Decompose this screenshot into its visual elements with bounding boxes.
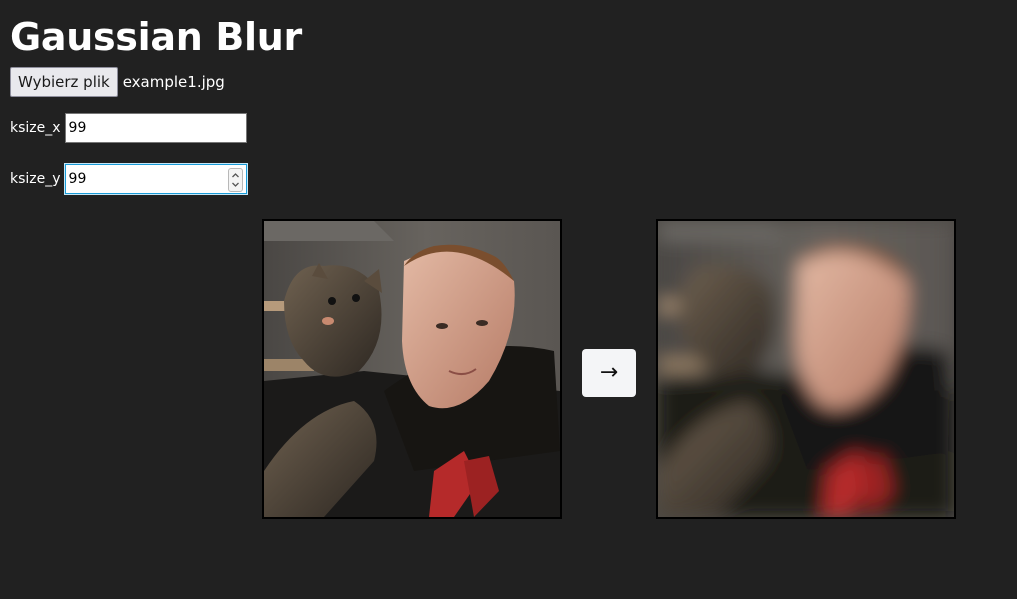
ksize-y-value: 99 [68,171,87,187]
arrow-right-icon: → [599,360,619,385]
ksize-x-value: 99 [68,120,87,136]
page-title: Gaussian Blur [10,15,302,59]
blurred-image [656,219,956,519]
choose-file-button[interactable]: Wybierz plik [10,67,118,97]
blurred-photo [658,221,954,517]
number-spinner[interactable] [227,168,243,192]
original-image [262,219,562,519]
ksize-x-label: ksize_x [10,120,61,136]
ksize-x-row: ksize_x 99 [10,113,247,143]
ksize-y-row: ksize_y 99 [10,164,247,194]
file-picker: Wybierz plik example1.jpg [10,67,225,97]
ksize-x-input[interactable]: 99 [64,113,247,143]
ksize-y-label: ksize_y [10,171,61,187]
apply-arrow-button[interactable]: → [582,349,636,397]
ksize-y-input[interactable]: 99 [64,164,247,194]
original-photo [264,221,560,517]
page: Gaussian Blur Wybierz plik example1.jpg … [0,0,1017,599]
selected-file-name: example1.jpg [122,73,225,91]
spinner-arrows-icon [231,173,239,187]
